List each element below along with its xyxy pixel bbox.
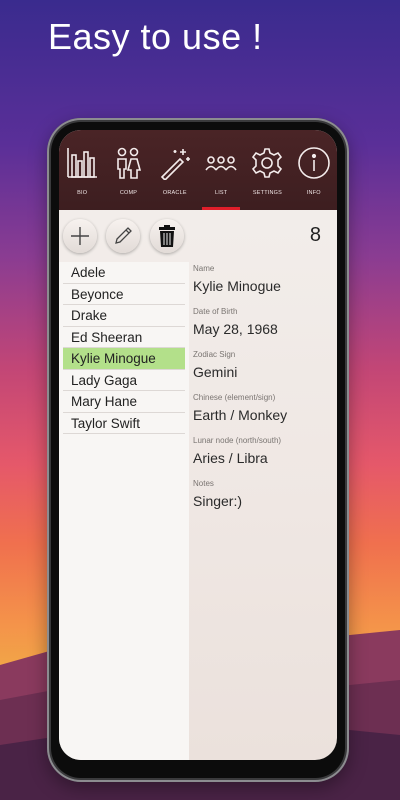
dob-value: May 28, 1968 [193, 321, 278, 337]
tab-bio-label: BIO [77, 190, 88, 196]
list-item[interactable]: Mary Hane [63, 391, 185, 413]
notes-value: Singer:) [193, 493, 243, 509]
add-button[interactable] [63, 219, 97, 253]
tab-settings[interactable]: SETTINGS [244, 130, 290, 210]
list-item[interactable]: Lady Gaga [63, 370, 185, 391]
top-navigation: BIO COMP ORACLE LIST SETTINGS INFO [59, 130, 337, 210]
phone-frame: BIO COMP ORACLE LIST SETTINGS INFO 8 Ade… [47, 118, 349, 782]
name-label: Name [193, 264, 215, 273]
tab-comp-label: COMP [119, 190, 138, 196]
chinese-value: Earth / Monkey [193, 407, 288, 423]
headline: Easy to use ! [48, 16, 263, 57]
zodiac-value: Gemini [193, 364, 238, 380]
list-toolbar: 8 [59, 214, 337, 262]
notes-label: Notes [193, 479, 214, 488]
trash-icon [159, 225, 175, 247]
tab-info[interactable]: INFO [291, 130, 337, 210]
list-item[interactable]: Ed Sheeran [63, 327, 185, 348]
tab-info-label: INFO [306, 190, 321, 196]
tab-oracle-label: ORACLE [162, 190, 187, 196]
edit-button[interactable] [106, 219, 140, 253]
pencil-icon [115, 227, 132, 244]
delete-button[interactable] [150, 219, 184, 253]
list-item[interactable]: Taylor Swift [63, 413, 185, 434]
tab-bio[interactable]: BIO [59, 130, 105, 210]
gear-icon [252, 148, 283, 178]
lunar-node-value: Aries / Libra [193, 450, 268, 466]
magic-wand-icon [160, 149, 190, 180]
people-list: Adele Beyonce Drake Ed Sheeran Kylie Min… [59, 262, 189, 760]
person-details: Name Kylie Minogue Date of Birth May 28,… [193, 264, 331, 760]
list-item-selected[interactable]: Kylie Minogue [63, 348, 185, 370]
info-icon [297, 147, 330, 179]
zodiac-label: Zodiac Sign [193, 350, 236, 359]
tab-list-label: LIST [214, 190, 228, 196]
bar-chart-icon [67, 148, 98, 178]
name-value: Kylie Minogue [193, 278, 281, 294]
list-item[interactable]: Drake [63, 305, 185, 327]
list-item[interactable]: Beyonce [63, 284, 185, 305]
app-screen: BIO COMP ORACLE LIST SETTINGS INFO 8 Ade… [59, 130, 337, 760]
group-icon [205, 156, 237, 171]
plus-icon [71, 227, 89, 245]
couple-icon [117, 147, 142, 179]
tab-list[interactable]: LIST [198, 130, 244, 210]
dob-label: Date of Birth [193, 307, 238, 316]
lunar-node-label: Lunar node (north/south) [193, 436, 282, 445]
tab-settings-label: SETTINGS [252, 190, 283, 196]
tab-oracle[interactable]: ORACLE [152, 130, 198, 210]
list-item[interactable]: Adele [63, 262, 185, 284]
chinese-label: Chinese (element/sign) [193, 393, 276, 402]
tab-comp[interactable]: COMP [105, 130, 151, 210]
entry-count: 8 [309, 224, 321, 246]
